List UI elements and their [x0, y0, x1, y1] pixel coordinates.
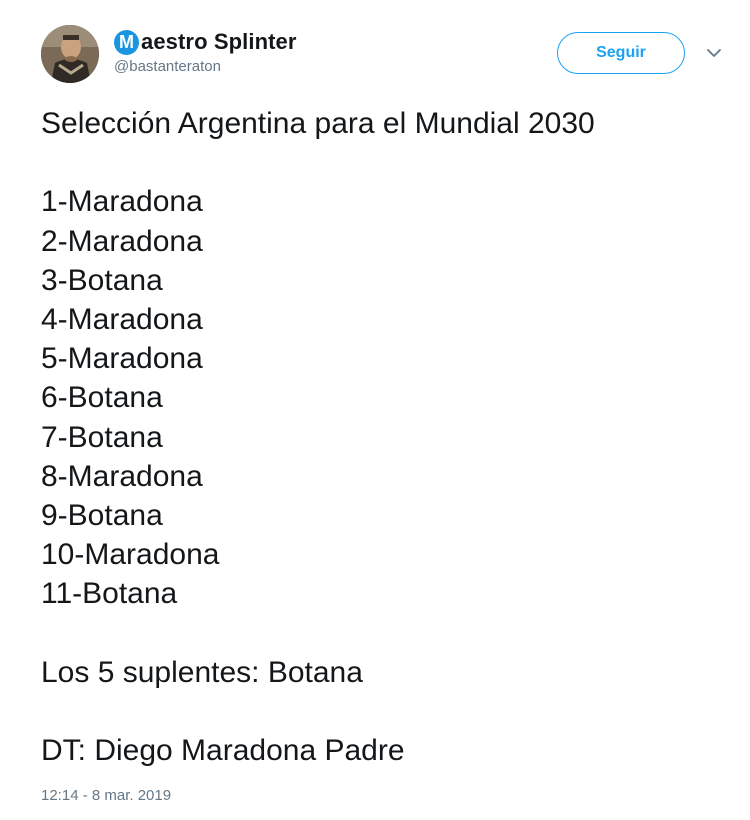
lineup-item: 5-Maradona — [41, 342, 203, 376]
substitutes-line: Los 5 suplentes: Botana — [41, 655, 363, 689]
follow-button[interactable]: Seguir — [557, 32, 685, 74]
lineup-item: 3-Botana — [41, 263, 163, 297]
lineup-item: 8-Maradona — [41, 459, 203, 493]
lineup-item: 9-Botana — [41, 498, 163, 532]
tweet-timestamp[interactable]: 12:14 - 8 mar. 2019 — [41, 787, 171, 804]
tweet-card: M aestro Splinter @bastanteraton Seguir … — [0, 0, 750, 820]
chevron-down-icon[interactable] — [704, 46, 724, 60]
avatar[interactable] — [41, 25, 99, 83]
author-name-text: aestro Splinter — [141, 29, 297, 54]
lineup-item: 1-Maradona — [41, 185, 203, 219]
author-name[interactable]: M aestro Splinter — [114, 29, 297, 55]
name-logo-icon: M — [114, 29, 139, 55]
tweet-text: Selección Argentina para el Mundial 2030… — [41, 104, 731, 770]
lineup-item: 6-Botana — [41, 381, 163, 415]
lineup-item: 7-Botana — [41, 420, 163, 454]
lineup-item: 11-Botana — [41, 577, 178, 611]
coach-line: DT: Diego Maradona Padre — [41, 734, 405, 767]
tweet-title: Selección Argentina para el Mundial 2030 — [41, 107, 595, 140]
author-handle[interactable]: @bastanteraton — [114, 58, 221, 75]
lineup-item: 2-Maradona — [41, 224, 203, 258]
lineup-item: 4-Maradona — [41, 302, 203, 336]
lineup-item: 10-Maradona — [41, 538, 220, 572]
avatar-image — [41, 25, 99, 83]
